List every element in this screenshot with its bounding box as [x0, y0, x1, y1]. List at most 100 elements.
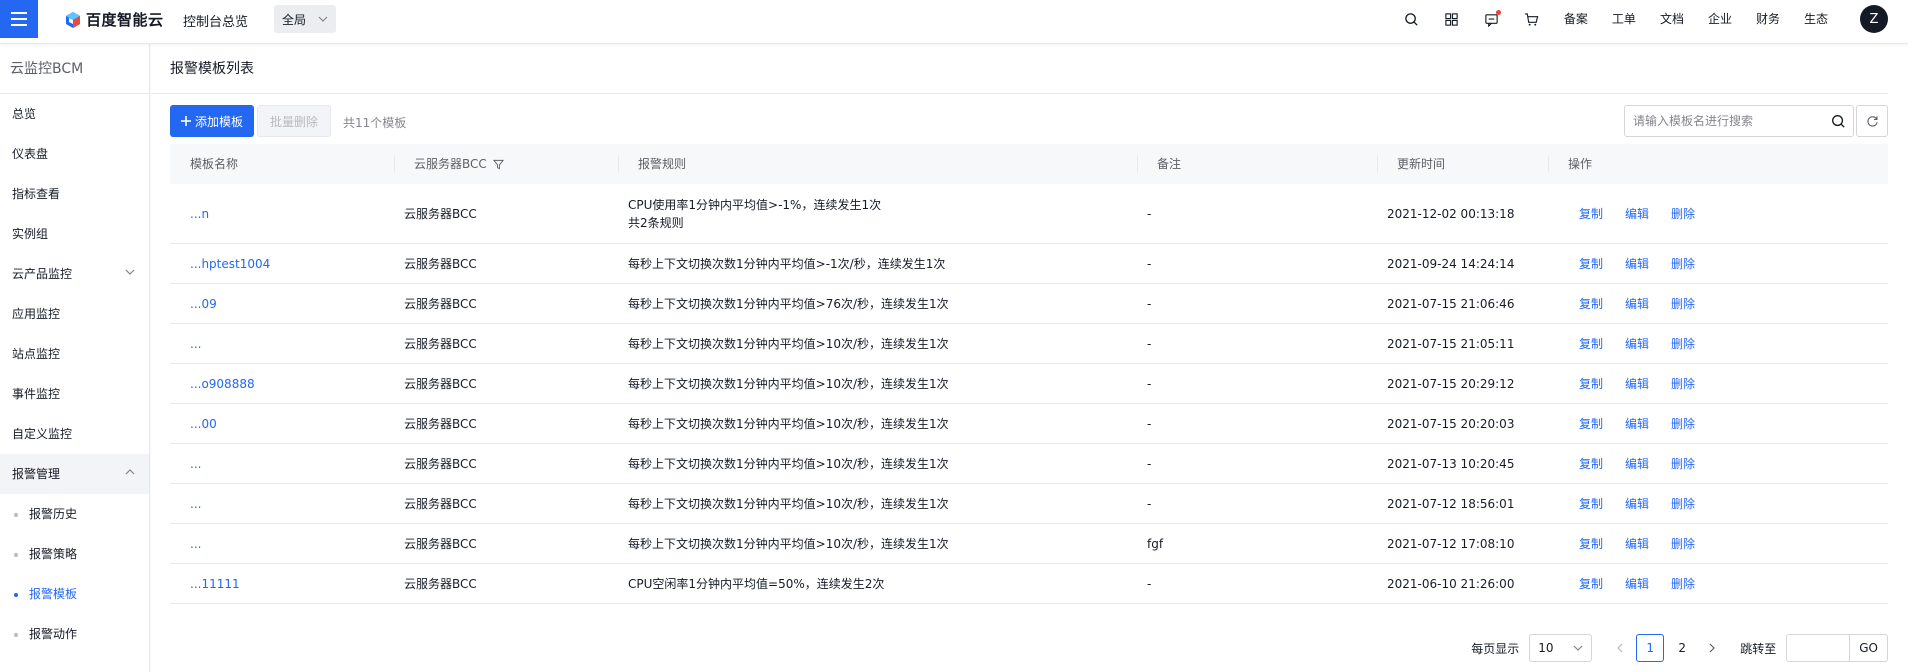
delete-action[interactable]: 删除 [1671, 295, 1695, 313]
col-product[interactable]: 云服务器BCC [394, 144, 618, 184]
search-icon[interactable] [1392, 0, 1432, 38]
edit-action[interactable]: 编辑 [1625, 415, 1649, 433]
template-name-link[interactable]: ... [170, 324, 394, 363]
copy-action[interactable]: 复制 [1579, 575, 1603, 593]
template-name-link[interactable]: ...09 [170, 284, 394, 323]
edit-action[interactable]: 编辑 [1625, 295, 1649, 313]
nav-link-finance[interactable]: 财务 [1744, 0, 1792, 38]
nav-link-beian[interactable]: 备案 [1552, 0, 1600, 38]
jump-page-input[interactable] [1786, 634, 1851, 662]
add-template-button[interactable]: 添加模板 [170, 105, 255, 137]
rule-text: 每秒上下文切换次数1分钟内平均值>10次/秒，连续发生1次 [628, 496, 949, 511]
row-actions: 复制 编辑 删除 [1558, 375, 1888, 393]
delete-action[interactable]: 删除 [1671, 495, 1695, 513]
row-actions: 复制 编辑 删除 [1558, 335, 1888, 353]
actions-cell: 复制 编辑 删除 [1548, 484, 1888, 523]
copy-action[interactable]: 复制 [1579, 255, 1603, 273]
nav-link-ticket[interactable]: 工单 [1600, 0, 1648, 38]
nav-link-docs[interactable]: 文档 [1648, 0, 1696, 38]
filter-icon[interactable] [492, 159, 504, 170]
sidebar-item-alarm-management[interactable]: 报警管理 [0, 454, 149, 494]
copy-action[interactable]: 复制 [1579, 335, 1603, 353]
nav-link-enterprise[interactable]: 企业 [1696, 0, 1744, 38]
edit-action[interactable]: 编辑 [1625, 255, 1649, 273]
template-name-link[interactable]: ... [170, 444, 394, 483]
delete-action[interactable]: 删除 [1671, 335, 1695, 353]
delete-action[interactable]: 删除 [1671, 255, 1695, 273]
edit-action[interactable]: 编辑 [1625, 205, 1649, 223]
sidebar-sub-alarm-action[interactable]: 报警动作 [0, 614, 149, 654]
grid-apps-icon[interactable] [1432, 0, 1472, 38]
template-name-link[interactable]: ...00 [170, 404, 394, 443]
chevron-down-icon [318, 16, 328, 22]
copy-action[interactable]: 复制 [1579, 535, 1603, 553]
sidebar-item-app-monitor[interactable]: 应用监控 [0, 294, 149, 334]
template-name-link[interactable]: ...o908888 [170, 364, 394, 403]
delete-action[interactable]: 删除 [1671, 375, 1695, 393]
prev-page-button[interactable] [1606, 634, 1634, 662]
delete-action[interactable]: 删除 [1671, 415, 1695, 433]
menu-toggle-button[interactable] [0, 0, 38, 38]
copy-action[interactable]: 复制 [1579, 295, 1603, 313]
edit-action[interactable]: 编辑 [1625, 455, 1649, 473]
sidebar-item-event-monitor[interactable]: 事件监控 [0, 374, 149, 414]
table-body: ...n 云服务器BCC CPU使用率1分钟内平均值>-1%，连续发生1次 共2条规则… [170, 184, 1888, 604]
actions-cell: 复制 编辑 删除 [1548, 444, 1888, 483]
edit-action[interactable]: 编辑 [1625, 375, 1649, 393]
sidebar-sub-alarm-policy[interactable]: 报警策略 [0, 534, 149, 574]
sidebar-item-metrics[interactable]: 指标查看 [0, 174, 149, 214]
batch-delete-button[interactable]: 批量删除 [257, 105, 332, 137]
sidebar-item-label: 云产品监控 [12, 267, 73, 281]
page-1-button[interactable]: 1 [1636, 634, 1665, 662]
cart-icon[interactable] [1512, 0, 1552, 38]
sidebar-item-instance-group[interactable]: 实例组 [0, 214, 149, 254]
template-name-link[interactable]: ... [170, 484, 394, 523]
sidebar-item-site-monitor[interactable]: 站点监控 [0, 334, 149, 374]
message-icon[interactable] [1472, 0, 1512, 38]
nav-link-ecosystem[interactable]: 生态 [1792, 0, 1840, 38]
template-name-link[interactable]: ...n [170, 184, 394, 243]
sidebar-item-custom-monitor[interactable]: 自定义监控 [0, 414, 149, 454]
next-page-button[interactable] [1698, 634, 1726, 662]
copy-action[interactable]: 复制 [1579, 455, 1603, 473]
sidebar-sub-alarm-history[interactable]: 报警历史 [0, 494, 149, 534]
delete-action[interactable]: 删除 [1671, 455, 1695, 473]
edit-action[interactable]: 编辑 [1625, 575, 1649, 593]
search-input[interactable] [1625, 106, 1823, 136]
template-name-link[interactable]: ...hptest1004 [170, 244, 394, 283]
copy-action[interactable]: 复制 [1579, 415, 1603, 433]
edit-action[interactable]: 编辑 [1625, 495, 1649, 513]
per-page-value: 10 [1538, 641, 1554, 655]
template-name-link[interactable]: ...11111 [170, 564, 394, 603]
delete-action[interactable]: 删除 [1671, 205, 1695, 223]
delete-action[interactable]: 删除 [1671, 535, 1695, 553]
sidebar-item-dashboard[interactable]: 仪表盘 [0, 134, 149, 174]
user-avatar[interactable]: Z [1860, 5, 1888, 33]
actions-cell: 复制 编辑 删除 [1548, 284, 1888, 323]
template-name-link[interactable]: ... [170, 524, 394, 563]
region-value: 全局 [282, 12, 307, 27]
rule-text: 每秒上下文切换次数1分钟内平均值>10次/秒，连续发生1次 [628, 336, 949, 351]
brand-logo[interactable]: 百度智能云 [64, 9, 164, 30]
copy-action[interactable]: 复制 [1579, 205, 1603, 223]
updated-cell: 2021-07-12 17:08:10 [1387, 536, 1515, 551]
table-header: 模板名称 云服务器BCC 报警规则 备注 更新时间 操作 [170, 144, 1888, 184]
search-icon[interactable] [1823, 106, 1853, 136]
refresh-button[interactable] [1856, 105, 1888, 137]
per-page-select[interactable]: 10 [1529, 634, 1593, 662]
sidebar-item-overview[interactable]: 总览 [0, 94, 149, 134]
edit-action[interactable]: 编辑 [1625, 535, 1649, 553]
copy-action[interactable]: 复制 [1579, 495, 1603, 513]
sidebar-sub-alarm-template[interactable]: 报警模板 [0, 574, 149, 614]
sidebar-item-cloud-product[interactable]: 云产品监控 [0, 254, 149, 294]
delete-action[interactable]: 删除 [1671, 575, 1695, 593]
notification-dot [1495, 10, 1501, 15]
edit-action[interactable]: 编辑 [1625, 335, 1649, 353]
rule-text: CPU空闲率1分钟内平均值=50%，连续发生2次 [628, 576, 885, 591]
page-2-button[interactable]: 2 [1668, 634, 1696, 662]
console-overview-link[interactable]: 控制台总览 [183, 11, 248, 30]
go-button[interactable]: GO [1850, 634, 1888, 662]
region-select[interactable]: 全局 [274, 5, 336, 33]
copy-action[interactable]: 复制 [1579, 375, 1603, 393]
note-cell: - [1147, 416, 1152, 431]
